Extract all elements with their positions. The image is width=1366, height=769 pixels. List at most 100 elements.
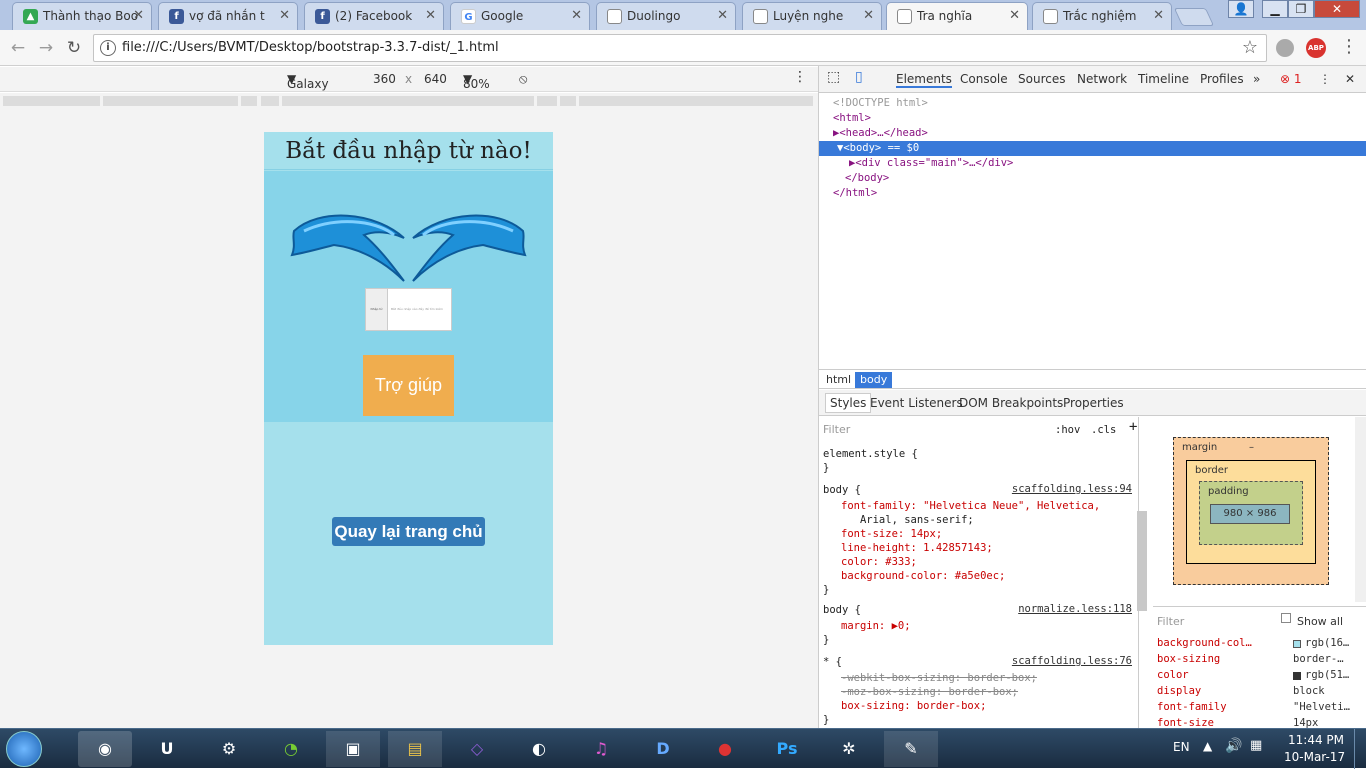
close-icon[interactable]: ✕ xyxy=(863,3,874,29)
tab-network[interactable]: Network xyxy=(1077,72,1127,86)
tab-styles[interactable]: Styles xyxy=(825,393,872,413)
devtools-menu-icon[interactable]: ⋮ xyxy=(1319,72,1331,86)
inspect-icon[interactable]: ⬚ xyxy=(827,69,840,85)
scrollbar[interactable] xyxy=(1355,417,1366,602)
hov-toggle[interactable]: :hov xyxy=(1055,423,1080,437)
cls-toggle[interactable]: .cls xyxy=(1091,423,1116,437)
dom-node[interactable]: </body> xyxy=(819,171,1366,186)
network-icon[interactable]: ▦ xyxy=(1250,738,1262,753)
media-query-bar[interactable] xyxy=(0,93,818,111)
unikey-icon[interactable]: U xyxy=(140,731,194,767)
scrollbar[interactable] xyxy=(1137,511,1147,611)
back-icon[interactable]: ← xyxy=(6,36,30,60)
unity-icon[interactable]: ✲ xyxy=(822,731,876,767)
language-indicator[interactable]: EN xyxy=(1173,740,1190,754)
tray-arrow-icon[interactable]: ▲ xyxy=(1203,739,1212,753)
rule-source-link[interactable]: scaffolding.less:76 xyxy=(1012,655,1132,667)
computed-row[interactable]: font-family "Helveti… xyxy=(1157,701,1357,717)
computed-row[interactable]: box-sizing border-… xyxy=(1157,653,1357,669)
show-desktop-button[interactable] xyxy=(1354,729,1366,769)
css-prop-overridden[interactable]: -moz-box-sizing: border-box; xyxy=(841,685,1018,699)
close-icon[interactable]: ✕ xyxy=(1153,3,1164,29)
tab-1[interactable]: f vợ đã nhắn t ✕ xyxy=(158,2,298,30)
rule-source-link[interactable]: scaffolding.less:94 xyxy=(1012,483,1132,495)
forward-icon[interactable]: → xyxy=(34,36,58,60)
photoshop-icon[interactable]: Ps xyxy=(760,731,814,767)
visual-studio-icon[interactable]: ◇ xyxy=(450,731,504,767)
device-mode-icon[interactable]: ▯ xyxy=(855,69,863,85)
adblock-icon[interactable]: ABP xyxy=(1306,38,1326,58)
css-prop[interactable]: font-family: "Helvetica Neue", Helvetica… xyxy=(841,499,1100,513)
css-prop[interactable]: line-height: 1.42857143; xyxy=(841,541,993,555)
tab-event-listeners[interactable]: Event Listeners xyxy=(870,396,963,410)
reload-icon[interactable]: ↻ xyxy=(62,36,86,60)
width-field[interactable]: 360 xyxy=(373,72,396,86)
user-icon[interactable]: 👤 xyxy=(1228,0,1254,18)
rotate-icon[interactable]: ⦸ xyxy=(519,72,527,87)
tab-elements[interactable]: Elements xyxy=(896,72,952,88)
dom-node[interactable]: <html> xyxy=(819,111,1366,126)
game-icon[interactable]: ▣ xyxy=(326,731,380,767)
tab-dom-breakpoints[interactable]: DOM Breakpoints xyxy=(959,396,1063,410)
menu-icon[interactable]: ⋮ xyxy=(1340,36,1358,57)
clock-date[interactable]: 10-Mar-17 xyxy=(1284,750,1345,764)
rule-source-link[interactable]: normalize.less:118 xyxy=(1018,603,1132,615)
bookmark-star-icon[interactable]: ☆ xyxy=(1242,37,1258,58)
search-input[interactable]: Nhập từ Bắt đầu nhập vào đây để tìm kiếm xyxy=(365,288,452,331)
address-bar[interactable]: i file:///C:/Users/BVMT/Desktop/bootstra… xyxy=(93,34,1267,62)
tab-6[interactable]: Tra nghĩa ✕ xyxy=(886,2,1028,30)
css-prop[interactable]: font-size: 14px; xyxy=(841,527,942,541)
tab-5[interactable]: Luyện nghe ✕ xyxy=(742,2,882,30)
close-window-button[interactable]: ✕ xyxy=(1314,0,1360,18)
dom-node[interactable]: </html> xyxy=(819,186,1366,201)
dom-node-selected[interactable]: ▼<body> == $0 xyxy=(819,141,1366,156)
chrome-icon[interactable]: ◉ xyxy=(78,731,132,767)
dom-node[interactable]: ▶<head>…</head> xyxy=(819,126,1366,141)
paint-icon[interactable]: ✎ xyxy=(884,731,938,767)
coccoc-icon[interactable]: ◔ xyxy=(264,731,318,767)
css-prop[interactable]: Arial, sans-serif; xyxy=(841,513,974,527)
tab-properties[interactable]: Properties xyxy=(1063,396,1124,410)
more-tabs-icon[interactable]: » xyxy=(1253,72,1260,86)
new-tab-button[interactable] xyxy=(1173,8,1215,26)
devcpp-icon[interactable]: D xyxy=(636,731,690,767)
silverlight-icon[interactable]: ◐ xyxy=(512,731,566,767)
clock-time[interactable]: 11:44 PM xyxy=(1288,733,1344,747)
dom-node[interactable]: ▶<div class="main">…</div> xyxy=(819,156,1366,171)
height-field[interactable]: 640 xyxy=(424,72,447,86)
close-icon[interactable]: ✕ xyxy=(571,3,582,29)
tab-0[interactable]: ▲ Thành thạo Boo ✕ xyxy=(12,2,152,30)
start-button[interactable] xyxy=(6,731,42,767)
device-select[interactable]: Galaxy S5 ▼ xyxy=(287,72,329,105)
add-rule-icon[interactable]: + xyxy=(1129,420,1137,434)
home-button[interactable]: Quay lại trang chủ xyxy=(332,517,485,546)
show-all-checkbox[interactable] xyxy=(1281,613,1291,623)
error-icon[interactable]: ⊗ 1 xyxy=(1280,72,1302,86)
volume-icon[interactable]: 🔊 xyxy=(1225,738,1242,754)
css-prop[interactable]: background-color: #a5e0ec; xyxy=(841,569,1005,583)
computed-row[interactable]: background-col… rgb(16… xyxy=(1157,637,1357,653)
more-options-icon[interactable]: ⋮ xyxy=(793,69,807,85)
minimize-button[interactable]: ▁ xyxy=(1262,0,1288,18)
tab-2[interactable]: f (2) Facebook ✕ xyxy=(304,2,444,30)
tab-3[interactable]: G Google ✕ xyxy=(450,2,590,30)
tab-sources[interactable]: Sources xyxy=(1018,72,1065,86)
url-text[interactable]: file:///C:/Users/BVMT/Desktop/bootstrap-… xyxy=(122,40,499,55)
steam-icon[interactable]: ⚙ xyxy=(202,731,256,767)
tab-console[interactable]: Console xyxy=(960,72,1008,86)
close-icon[interactable]: ✕ xyxy=(717,3,728,29)
dom-node[interactable]: <!DOCTYPE html> xyxy=(819,96,1366,111)
computed-row[interactable]: display block xyxy=(1157,685,1357,701)
info-icon[interactable]: i xyxy=(100,40,116,56)
css-prop[interactable]: box-sizing: border-box; xyxy=(841,699,986,713)
tab-profiles[interactable]: Profiles xyxy=(1200,72,1244,86)
itunes-icon[interactable]: ♫ xyxy=(574,731,628,767)
close-icon[interactable]: ✕ xyxy=(279,3,290,29)
explorer-icon[interactable]: ▤ xyxy=(388,731,442,767)
close-icon[interactable]: ✕ xyxy=(1009,3,1020,29)
css-prop[interactable]: color: #333; xyxy=(841,555,917,569)
css-prop-overridden[interactable]: -webkit-box-sizing: border-box; xyxy=(841,671,1037,685)
maximize-button[interactable]: ❐ xyxy=(1288,0,1314,18)
tab-4[interactable]: Duolingo ✕ xyxy=(596,2,736,30)
crumb-body[interactable]: body xyxy=(855,372,893,388)
